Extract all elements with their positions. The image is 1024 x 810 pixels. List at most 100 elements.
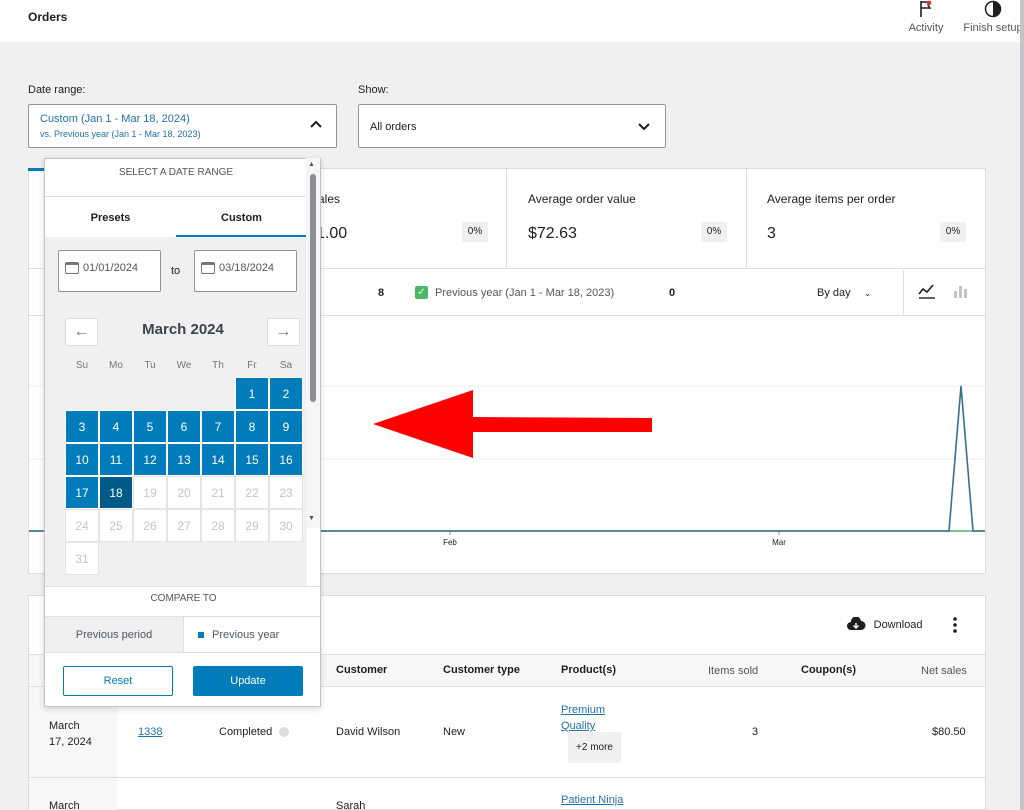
cloud-download-icon bbox=[846, 616, 870, 631]
x-tick-label-mar: Mar bbox=[772, 538, 786, 547]
calendar-day[interactable]: 5 bbox=[133, 410, 167, 443]
product-link[interactable]: Premium Quality bbox=[561, 702, 605, 734]
calendar-day[interactable]: 22 bbox=[235, 476, 269, 509]
date-range-value: Custom (Jan 1 - Mar 18, 2024) bbox=[40, 113, 190, 125]
to-label: to bbox=[171, 265, 181, 277]
product-line: Premium bbox=[561, 704, 606, 716]
calendar-day[interactable]: 26 bbox=[133, 509, 167, 542]
x-tick-label-feb: Feb bbox=[443, 538, 457, 547]
calendar-day[interactable]: 31 bbox=[65, 542, 99, 575]
interval-value: By day bbox=[817, 287, 851, 299]
calendar-day[interactable]: 28 bbox=[201, 509, 235, 542]
scroll-thumb[interactable] bbox=[310, 174, 316, 402]
calendar-icon bbox=[201, 262, 215, 275]
weekday-label: Tu bbox=[144, 360, 156, 371]
date-range-compare: vs. Previous year (Jan 1 - Mar 18, 2023) bbox=[40, 129, 201, 139]
page-scrollbar[interactable] bbox=[1020, 0, 1024, 810]
column-header[interactable]: Items sold bbox=[708, 665, 758, 677]
calendar-day[interactable]: 15 bbox=[235, 443, 269, 476]
calendar-grid: 1 2 3 4 5 6 7 8 9 10 11 12 13 14 15 16 17 18 19 20 21 22 23 24 2… bbox=[65, 377, 303, 577]
calendar-day[interactable]: 8 bbox=[235, 410, 269, 443]
next-month-button[interactable]: → bbox=[267, 318, 300, 346]
calendar-day[interactable]: 14 bbox=[201, 443, 235, 476]
calendar-day[interactable]: 18 bbox=[99, 476, 133, 509]
column-header[interactable]: Net sales bbox=[921, 665, 967, 677]
compare-previous-period[interactable]: Previous period bbox=[45, 616, 183, 653]
calendar-day[interactable]: 3 bbox=[65, 410, 99, 443]
show-select[interactable]: All orders bbox=[358, 104, 666, 148]
order-status: Completed bbox=[219, 726, 290, 738]
divider bbox=[45, 586, 320, 587]
update-button[interactable]: Update bbox=[193, 666, 303, 696]
bar-chart-icon[interactable] bbox=[952, 283, 970, 302]
line-chart-icon[interactable] bbox=[918, 283, 936, 302]
prev-month-button[interactable]: ← bbox=[65, 318, 98, 346]
start-date-input[interactable]: 01/01/2024 bbox=[58, 250, 161, 292]
finish-setup-button[interactable]: Finish setup bbox=[958, 0, 1024, 42]
calendar-day[interactable]: 24 bbox=[65, 509, 99, 542]
calendar-day[interactable]: 12 bbox=[133, 443, 167, 476]
download-button[interactable]: Download bbox=[846, 616, 923, 633]
items-sold: 3 bbox=[752, 726, 759, 738]
page-title: Orders bbox=[28, 10, 68, 24]
calendar-day[interactable]: 27 bbox=[167, 509, 201, 542]
activity-button[interactable]: Activity bbox=[894, 0, 958, 42]
calendar-day[interactable]: 20 bbox=[167, 476, 201, 509]
column-header[interactable]: Product(s) bbox=[561, 664, 616, 676]
column-header[interactable]: Coupon(s) bbox=[801, 664, 856, 676]
product-link[interactable]: Patient Ninja bbox=[561, 794, 623, 806]
calendar-day[interactable]: 29 bbox=[235, 509, 269, 542]
download-label: Download bbox=[873, 619, 923, 631]
start-date-value: 01/01/2024 bbox=[83, 262, 139, 274]
red-arrow-annotation bbox=[373, 390, 652, 458]
selected-square-icon bbox=[198, 632, 204, 639]
scroll-up-icon[interactable]: ▲ bbox=[308, 161, 315, 168]
calendar-day[interactable]: 17 bbox=[65, 476, 99, 509]
calendar-day[interactable]: 16 bbox=[269, 443, 303, 476]
popover-scrollbar[interactable]: ▲ ▼ bbox=[306, 158, 320, 528]
customer-name: Sarah bbox=[336, 800, 366, 810]
previous-period-total: 0 bbox=[669, 287, 676, 299]
arrow-left-icon: ← bbox=[73, 323, 90, 340]
calendar-day[interactable]: 21 bbox=[201, 476, 235, 509]
card-label: Average items per order bbox=[767, 192, 896, 206]
calendar-day[interactable]: 10 bbox=[65, 443, 99, 476]
calendar-day[interactable]: 19 bbox=[133, 476, 167, 509]
date-range-popover: SELECT A DATE RANGE Presets Custom 01/01… bbox=[44, 158, 321, 707]
arrow-right-icon: → bbox=[275, 323, 292, 340]
column-header[interactable]: Customer type bbox=[443, 664, 520, 676]
scroll-down-icon[interactable]: ▼ bbox=[308, 515, 315, 522]
calendar-day[interactable]: 6 bbox=[167, 410, 201, 443]
calendar-day[interactable]: 7 bbox=[201, 410, 235, 443]
checkbox-checked-icon[interactable]: ✓ bbox=[415, 286, 428, 299]
calendar-day[interactable]: 11 bbox=[99, 443, 133, 476]
summary-card-avg-order[interactable]: Average order value $72.63 0% bbox=[507, 169, 747, 269]
weekday-label: We bbox=[176, 360, 192, 371]
more-products-badge[interactable]: +2 more bbox=[568, 732, 621, 763]
tab-custom[interactable]: Custom bbox=[176, 212, 307, 224]
compare-previous-year-label: Previous year bbox=[212, 629, 280, 641]
weekday-label: Sa bbox=[279, 360, 293, 371]
tab-presets[interactable]: Presets bbox=[45, 212, 176, 224]
more-options-icon[interactable] bbox=[948, 615, 962, 635]
calendar-day[interactable]: 9 bbox=[269, 410, 303, 443]
interval-select[interactable]: By day ⌄ bbox=[817, 287, 871, 299]
current-period-total: 8 bbox=[378, 287, 385, 299]
divider bbox=[903, 270, 904, 316]
summary-card-avg-items[interactable]: Average items per order 3 0% bbox=[747, 169, 985, 269]
end-date-input[interactable]: 03/18/2024 bbox=[194, 250, 297, 292]
date-range-select[interactable]: Custom (Jan 1 - Mar 18, 2024) vs. Previo… bbox=[28, 104, 337, 148]
calendar-day[interactable]: 4 bbox=[99, 410, 133, 443]
flag-icon bbox=[894, 0, 958, 22]
calendar-day[interactable]: 2 bbox=[269, 377, 303, 410]
calendar-day[interactable]: 1 bbox=[235, 377, 269, 410]
reset-button[interactable]: Reset bbox=[63, 666, 173, 696]
calendar-day[interactable]: 13 bbox=[167, 443, 201, 476]
column-header[interactable]: Customer bbox=[336, 664, 387, 676]
calendar-day[interactable]: 25 bbox=[99, 509, 133, 542]
compare-previous-year[interactable]: Previous year bbox=[183, 616, 320, 653]
card-value: $72.63 bbox=[528, 225, 577, 242]
calendar-day[interactable]: 23 bbox=[269, 476, 303, 509]
order-number-link[interactable]: 1338 bbox=[138, 726, 162, 738]
calendar-day[interactable]: 30 bbox=[269, 509, 303, 542]
